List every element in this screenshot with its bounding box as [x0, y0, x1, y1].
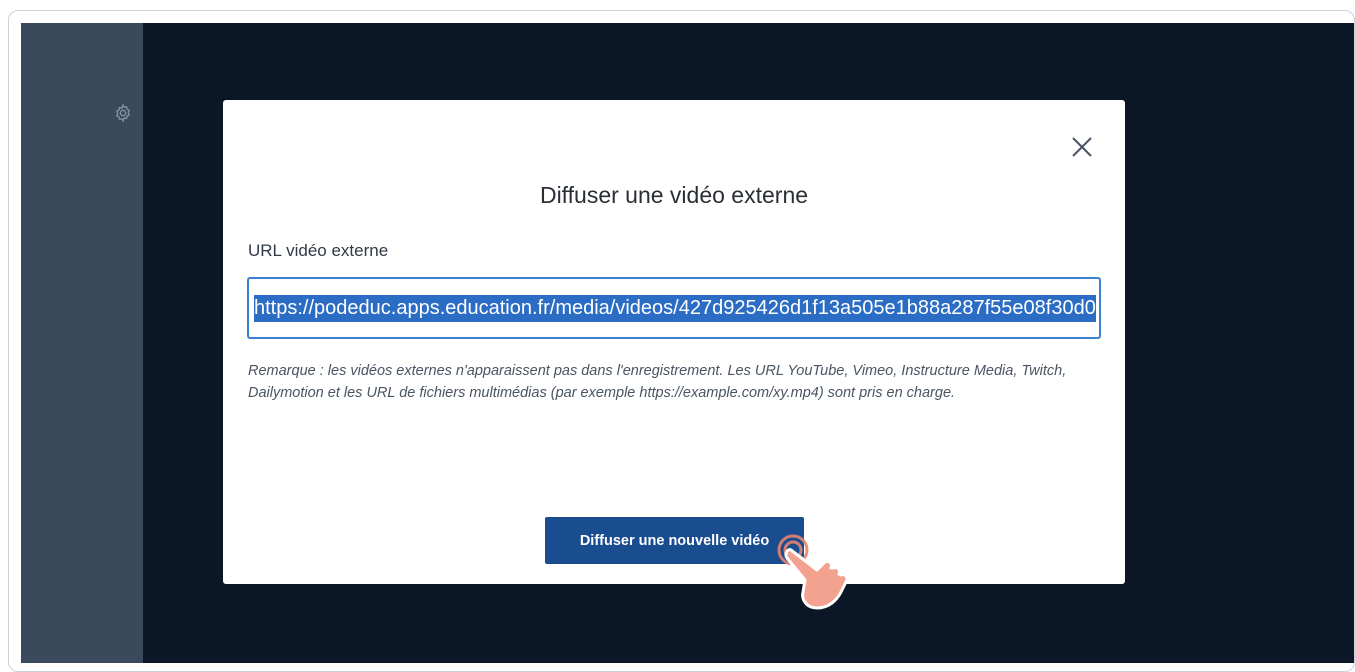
- app-background: Diffuser une vidéo externe URL vidéo ext…: [21, 23, 1354, 663]
- screenshot-frame: Diffuser une vidéo externe URL vidéo ext…: [8, 10, 1355, 672]
- share-new-video-button[interactable]: Diffuser une nouvelle vidéo: [545, 517, 804, 564]
- url-field-label: URL vidéo externe: [248, 241, 389, 260]
- sidebar: [21, 23, 143, 663]
- remark-text: Remarque : les vidéos externes n'apparai…: [248, 363, 1067, 401]
- close-icon[interactable]: [1069, 134, 1095, 160]
- external-video-dialog: Diffuser une vidéo externe URL vidéo ext…: [223, 100, 1125, 584]
- gear-icon[interactable]: [113, 103, 133, 123]
- url-input[interactable]: https://podeduc.apps.education.fr/media/…: [247, 277, 1101, 339]
- url-input-value: https://podeduc.apps.education.fr/media/…: [254, 294, 1096, 322]
- dialog-title: Diffuser une vidéo externe: [539, 182, 809, 208]
